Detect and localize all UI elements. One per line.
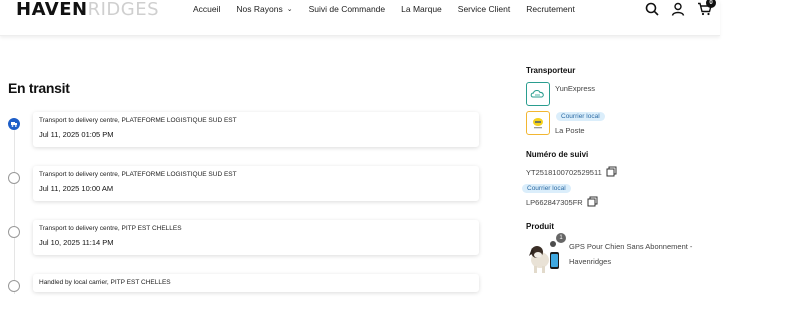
event-datetime: Jul 11, 2025 01:05 PM: [39, 130, 114, 139]
product-image[interactable]: [526, 238, 562, 274]
tracking-number: LP662847305FR: [526, 198, 583, 207]
timeline-dot-active-icon: [8, 118, 20, 130]
carrier-name: YunExpress: [555, 84, 596, 93]
laposte-logo-icon: [526, 111, 550, 135]
event-description: Transport to delivery centre, PLATEFORME…: [39, 171, 237, 178]
nav-item-recrutement[interactable]: Recrutement: [526, 4, 575, 14]
timeline-line: [14, 124, 15, 294]
product-quantity-badge: 1: [556, 233, 566, 243]
local-carrier-chip: Courrier local: [522, 184, 571, 193]
event-description: Handled by local carrier, PITP EST CHELL…: [39, 279, 171, 286]
header-icons: 0: [644, 0, 716, 17]
carrier-name: La Poste: [555, 126, 585, 135]
timeline-dot: [8, 280, 20, 292]
timeline-event: Transport to delivery centre, PLATEFORME…: [33, 112, 479, 147]
nav-label: Accueil: [193, 4, 221, 14]
timeline-event: Transport to delivery centre, PITP EST C…: [33, 220, 479, 255]
search-icon[interactable]: [644, 1, 660, 17]
nav-label: La Marque: [401, 4, 442, 14]
account-icon[interactable]: [670, 1, 686, 17]
nav-label: Nos Rayons: [236, 4, 283, 14]
site-header: HAVEN RIDGES Accueil Nos Rayons ⌄ Suivi d…: [0, 0, 720, 36]
tracking-number-label: Numéro de suivi: [526, 150, 589, 159]
product-title[interactable]: GPS Pour Chien Sans Abonnement - Havenri…: [569, 239, 719, 269]
copy-icon[interactable]: [587, 196, 598, 209]
nav-item-accueil[interactable]: Accueil: [193, 4, 220, 14]
cart-count-badge: 0: [706, 0, 716, 8]
shipment-status-title: En transit: [8, 80, 70, 96]
yunexpress-logo-icon: [526, 82, 550, 106]
chevron-down-icon: ⌄: [286, 6, 293, 13]
main-nav: Accueil Nos Rayons ⌄ Suivi de Commande La…: [193, 4, 591, 14]
site-logo[interactable]: HAVEN RIDGES: [16, 0, 159, 20]
nav-label: Suivi de Commande: [308, 4, 386, 14]
event-datetime: Jul 11, 2025 10:00 AM: [39, 184, 114, 193]
timeline-dot: [8, 172, 20, 184]
nav-label: Recrutement: [526, 4, 575, 14]
tracking-number: YT2518100702529511: [526, 168, 602, 177]
tracking-number-row: LP662847305FR: [526, 196, 598, 209]
logo-bold-text: HAVEN: [16, 0, 88, 20]
tracking-number-row: YT2518100702529511: [526, 166, 617, 179]
event-description: Transport to delivery centre, PLATEFORME…: [39, 117, 237, 124]
product-label: Produit: [526, 222, 554, 231]
nav-label: Service Client: [457, 4, 511, 14]
cart-icon[interactable]: 0: [696, 0, 716, 17]
nav-item-service-client[interactable]: Service Client: [458, 4, 510, 14]
event-description: Transport to delivery centre, PITP EST C…: [39, 225, 182, 232]
nav-item-la-marque[interactable]: La Marque: [401, 4, 442, 14]
timeline-event: Transport to delivery centre, PLATEFORME…: [33, 166, 479, 201]
copy-icon[interactable]: [606, 166, 617, 179]
nav-item-nos-rayons[interactable]: Nos Rayons ⌄: [236, 4, 292, 14]
carrier-label: Transporteur: [526, 66, 576, 75]
nav-item-suivi-commande[interactable]: Suivi de Commande: [309, 4, 386, 14]
event-datetime: Jul 10, 2025 11:14 PM: [39, 238, 114, 247]
logo-light-text: RIDGES: [87, 0, 160, 20]
local-carrier-chip: Courrier local: [556, 112, 605, 121]
timeline-dot: [8, 226, 20, 238]
timeline-event: Handled by local carrier, PITP EST CHELL…: [33, 274, 479, 292]
